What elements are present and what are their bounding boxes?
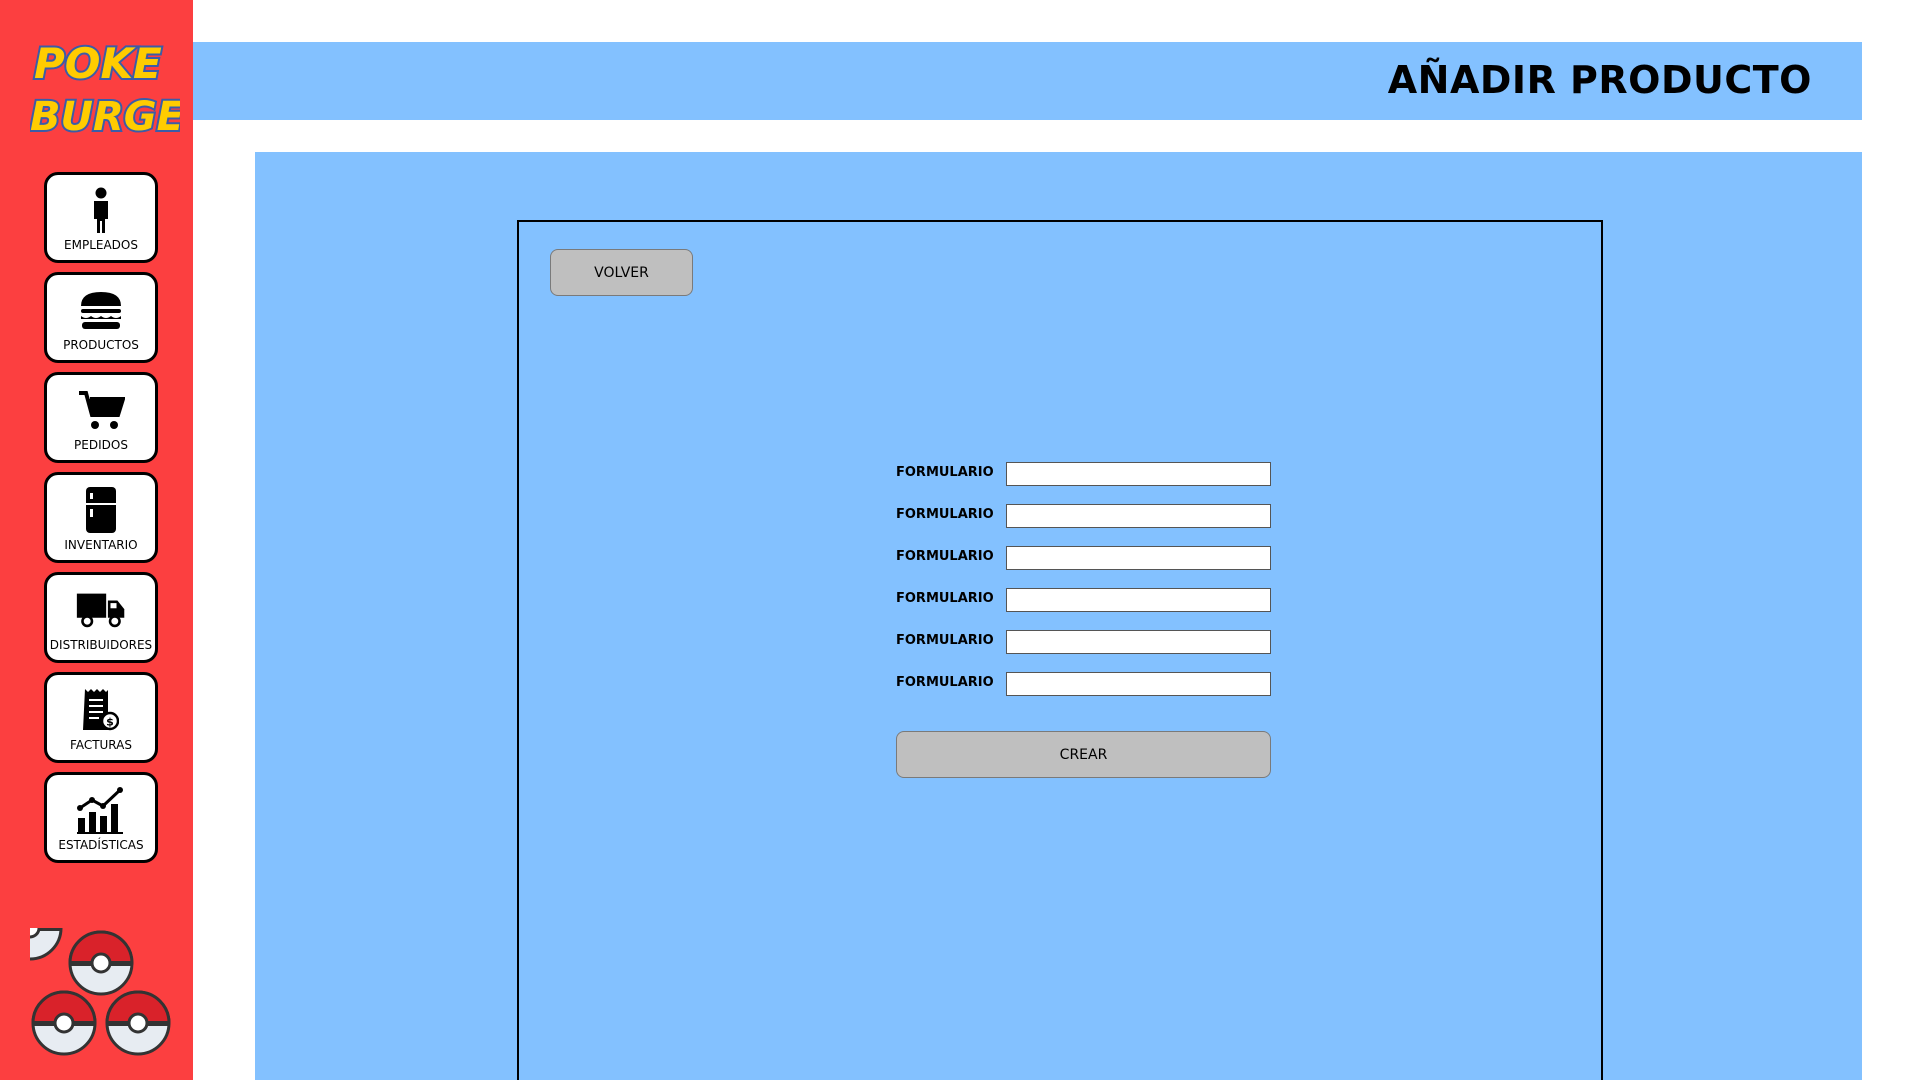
sidebar-item-inventario[interactable]: INVENTARIO — [44, 472, 158, 563]
sidebar-item-label: PRODUCTOS — [63, 338, 139, 352]
form-field-label: FORMULARIO — [896, 675, 994, 690]
sidebar-item-facturas[interactable]: $ FACTURAS — [44, 672, 158, 763]
cart-icon — [76, 385, 126, 435]
sidebar-item-label: DISTRIBUIDORES — [49, 638, 153, 652]
form-field-label: FORMULARIO — [896, 507, 994, 522]
person-icon — [76, 185, 126, 235]
form-input[interactable] — [1006, 588, 1271, 612]
truck-icon — [76, 585, 126, 635]
sidebar: POKE BURGER EMPLEADOS PRODUCTOS PEDIDOS … — [0, 0, 193, 1080]
form-input[interactable] — [1006, 630, 1271, 654]
form-field-label: FORMULARIO — [896, 591, 994, 606]
stats-chart-icon — [76, 785, 126, 835]
sidebar-item-label: FACTURAS — [70, 738, 132, 752]
sidebar-item-empleados[interactable]: EMPLEADOS — [44, 172, 158, 263]
form-row: FORMULARIO — [896, 546, 1272, 570]
form-row: FORMULARIO — [896, 672, 1272, 696]
burger-icon — [76, 285, 126, 335]
svg-text:$: $ — [106, 716, 114, 729]
sidebar-item-label: INVENTARIO — [64, 538, 138, 552]
sidebar-item-label: PEDIDOS — [74, 438, 128, 452]
main-panel: VOLVER FORMULARIO FORMULARIO FORMULARIO … — [255, 152, 1862, 1080]
sidebar-item-estadisticas[interactable]: ESTADÍSTICAS — [44, 772, 158, 863]
form-input[interactable] — [1006, 546, 1271, 570]
form-row: FORMULARIO — [896, 504, 1272, 528]
fridge-icon — [76, 485, 126, 535]
form-input[interactable] — [1006, 504, 1271, 528]
sidebar-item-distribuidores[interactable]: DISTRIBUIDORES — [44, 572, 158, 663]
create-button[interactable]: CREAR — [896, 731, 1271, 778]
sidebar-item-productos[interactable]: PRODUCTOS — [44, 272, 158, 363]
pokeburger-logo[interactable]: POKE BURGER — [30, 34, 180, 140]
form-field-label: FORMULARIO — [896, 465, 994, 480]
form-field-label: FORMULARIO — [896, 549, 994, 564]
sidebar-item-label: EMPLEADOS — [64, 238, 138, 252]
page-title: AÑADIR PRODUCTO — [1387, 58, 1812, 102]
sidebar-item-pedidos[interactable]: PEDIDOS — [44, 372, 158, 463]
form-row: FORMULARIO — [896, 462, 1272, 486]
invoice-icon: $ — [76, 685, 126, 735]
form-input[interactable] — [1006, 672, 1271, 696]
form-field-label: FORMULARIO — [896, 633, 994, 648]
pokeballs-decoration — [30, 928, 171, 1056]
form-frame: VOLVER FORMULARIO FORMULARIO FORMULARIO … — [517, 220, 1603, 1080]
svg-text:BURGER: BURGER — [30, 94, 180, 140]
sidebar-item-label: ESTADÍSTICAS — [58, 838, 144, 852]
form-input[interactable] — [1006, 462, 1271, 486]
form-row: FORMULARIO — [896, 588, 1272, 612]
form-row: FORMULARIO — [896, 630, 1272, 654]
back-button[interactable]: VOLVER — [550, 249, 693, 296]
page-header: AÑADIR PRODUCTO — [193, 42, 1862, 120]
svg-text:POKE: POKE — [34, 39, 162, 88]
